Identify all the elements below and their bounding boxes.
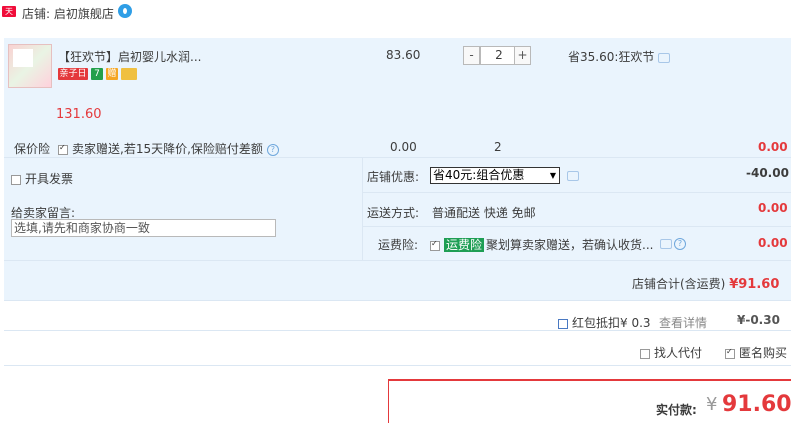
shipping-label: 运送方式: xyxy=(367,206,420,220)
freight-info-icon[interactable] xyxy=(660,239,672,249)
coupon-selected: 省40元:组合优惠 xyxy=(433,168,525,182)
freight-checkbox[interactable] xyxy=(430,239,440,251)
freight-amount: 0.00 xyxy=(758,236,788,250)
insurance-label: 保价险 xyxy=(14,142,51,156)
tag-parent-day: 亲子日 xyxy=(58,68,88,80)
promo-info-icon[interactable] xyxy=(658,52,671,63)
insurance-price: 0.00 xyxy=(390,140,417,154)
store-total-amount: ¥91.60 xyxy=(729,277,780,292)
help-icon[interactable]: ? xyxy=(674,238,686,250)
freight-desc: 聚划算卖家赠送，若确认收货... xyxy=(486,238,654,252)
redpacket-details-link[interactable]: 查看详情 xyxy=(659,314,707,331)
tmall-badge: 天猫 xyxy=(2,6,16,27)
final-label: 实付款: xyxy=(656,403,697,417)
anonymous-option[interactable]: 匿名购买 xyxy=(725,344,787,361)
redpacket-option[interactable]: 红包抵扣¥ 0.3 xyxy=(558,314,651,331)
qty-input[interactable]: 2 xyxy=(480,46,518,65)
proxy-pay-label: 找人代付 xyxy=(654,346,703,360)
product-name[interactable]: 【狂欢节】启初婴儿水润... xyxy=(58,48,201,65)
store-total-label: 店铺合计(含运费) xyxy=(632,277,726,291)
redpacket-checkbox[interactable] xyxy=(558,318,568,329)
redpacket-amount: ¥-0.30 xyxy=(737,313,780,327)
insurance-qty: 2 xyxy=(494,140,502,154)
freight-option[interactable]: 运费险聚划算卖家赠送，若确认收货... xyxy=(430,236,653,253)
help-icon[interactable]: ? xyxy=(266,143,279,156)
tag-7day: 7 xyxy=(91,68,103,80)
store-total: 店铺合计(含运费) ¥91.60 xyxy=(632,275,779,292)
discount-text: 省35.60:狂欢节 xyxy=(568,50,655,64)
insurance-total: 0.00 xyxy=(758,140,788,154)
insurance-checkbox[interactable] xyxy=(58,143,68,155)
coupon-amount: -40.00 xyxy=(746,166,789,180)
invoice-option[interactable]: 开具发票 xyxy=(11,170,73,187)
shipping-value: 普通配送 快递 免邮 xyxy=(432,206,536,220)
redpacket-label: 红包抵扣¥ 0.3 xyxy=(572,316,651,330)
item-subtotal: 131.60 xyxy=(56,107,102,122)
invoice-checkbox[interactable] xyxy=(11,174,21,185)
invoice-label: 开具发票 xyxy=(25,172,74,186)
coupon-info-icon[interactable] xyxy=(567,171,579,181)
anonymous-label: 匿名购买 xyxy=(739,346,788,360)
wangwang-chat-icon[interactable] xyxy=(118,4,132,18)
divider xyxy=(4,300,791,301)
final-currency: ¥ xyxy=(706,394,718,415)
final-amount: 91.60 xyxy=(722,392,791,417)
shipping-amount: 0.00 xyxy=(758,201,788,215)
coupon-label: 店铺优惠: xyxy=(367,170,420,184)
freight-tag: 运费险 xyxy=(444,238,485,252)
qty-plus-button[interactable]: + xyxy=(514,46,531,65)
coupon-select[interactable]: 省40元:组合优惠 ▼ xyxy=(430,167,560,184)
message-input[interactable]: 选填,请先和商家协商一致 xyxy=(11,219,276,237)
unit-price: 83.60 xyxy=(386,48,421,62)
divider xyxy=(362,226,791,227)
shop-name[interactable]: 店铺: 启初旗舰店 xyxy=(22,5,114,22)
tag-gift: 赠 xyxy=(106,68,118,80)
dropdown-arrow-icon: ▼ xyxy=(549,171,556,180)
freight-label: 运费险: xyxy=(378,238,419,252)
qty-minus-button[interactable]: - xyxy=(463,46,480,65)
column-divider xyxy=(362,158,363,260)
insurance-desc[interactable]: 卖家赠送,若15天降价,保险赔付差额? xyxy=(58,140,279,157)
proxy-pay-option[interactable]: 找人代付 xyxy=(640,344,702,361)
divider xyxy=(362,192,791,193)
card-icon xyxy=(121,68,137,80)
insurance-desc-text: 卖家赠送,若15天降价,保险赔付差额 xyxy=(72,142,263,156)
proxy-pay-checkbox[interactable] xyxy=(640,348,650,359)
discount-info: 省35.60:狂欢节 xyxy=(568,48,671,65)
divider xyxy=(4,365,791,366)
anonymous-checkbox[interactable] xyxy=(725,347,735,359)
divider xyxy=(4,260,791,261)
product-thumbnail[interactable] xyxy=(8,44,52,88)
